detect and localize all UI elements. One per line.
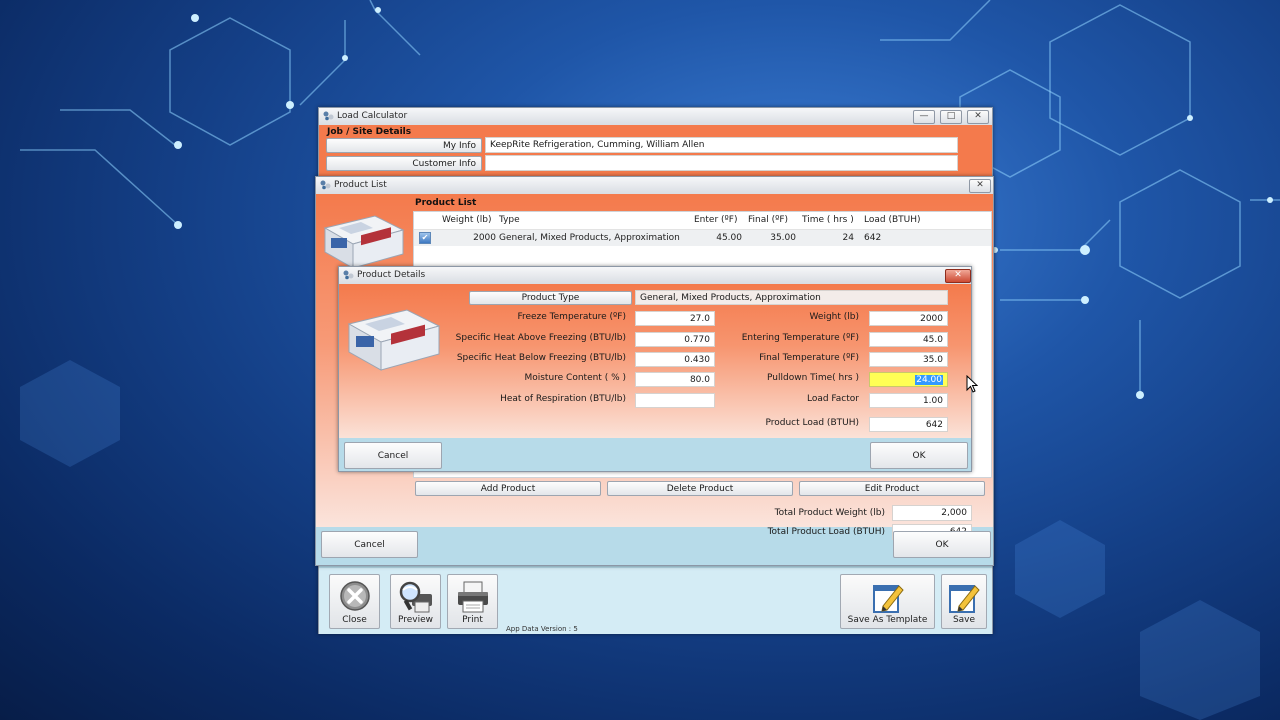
total-weight-field: 2,000 <box>892 505 972 521</box>
product-load-label: Product Load (BTUH) <box>765 418 859 428</box>
total-load-label: Total Product Load (BTUH) <box>767 527 885 537</box>
details-cancel-button[interactable]: Cancel <box>344 442 442 469</box>
product-type-button[interactable]: Product Type <box>469 291 632 305</box>
moisture-content-input[interactable]: 80.0 <box>635 372 715 387</box>
table-cell-time: 24 <box>842 233 854 243</box>
sh-below-input[interactable]: 0.430 <box>635 352 715 367</box>
add-product-button[interactable]: Add Product <box>415 481 601 496</box>
column-header[interactable]: Load (BTUH) <box>864 215 921 225</box>
product-load-field: 642 <box>869 417 948 432</box>
close-button[interactable]: ✕ <box>969 179 991 193</box>
magnifier-icon <box>399 581 432 613</box>
save-tool-label: Save <box>952 615 976 625</box>
product-details-panel: Product Type General, Mixed Products, Ap… <box>339 284 971 438</box>
final-temperature-input[interactable]: 35.0 <box>869 352 948 367</box>
entering-temperature-label: Entering Temperature (ºF) <box>741 333 859 343</box>
save-as-template-button[interactable]: Save As Template <box>840 574 935 629</box>
customer-info-button[interactable]: Customer Info <box>326 156 482 171</box>
save-tool-button[interactable]: Save <box>941 574 987 629</box>
window-title: Load Calculator <box>337 111 408 121</box>
print-tool-label: Print <box>462 615 483 625</box>
close-tool-button[interactable]: Close <box>329 574 380 629</box>
pencil-doc-icon <box>949 585 980 613</box>
print-tool-button[interactable]: Print <box>447 574 498 629</box>
column-header[interactable]: Final (ºF) <box>748 215 788 225</box>
edit-product-button[interactable]: Edit Product <box>799 481 985 496</box>
maximize-button[interactable]: □ <box>940 110 962 124</box>
window-title: Product Details <box>357 270 426 280</box>
sh-above-input[interactable]: 0.770 <box>635 332 715 347</box>
column-header[interactable]: Enter (ºF) <box>694 215 737 225</box>
checkbox-icon[interactable]: ✔ <box>419 232 431 244</box>
close-button[interactable]: ✕ <box>945 269 971 283</box>
table-header: Weight (lb) Type Enter (ºF) Final (ºF) Time … <box>414 212 991 230</box>
delete-product-button[interactable]: Delete Product <box>607 481 793 496</box>
weight-label: Weight (lb) <box>809 312 859 322</box>
total-weight-label: Total Product Weight (lb) <box>774 508 885 518</box>
app-icon <box>343 270 354 280</box>
close-button[interactable]: ✕ <box>967 110 989 124</box>
heat-of-respiration-label: Heat of Respiration (BTU/lb) <box>500 394 626 404</box>
product-type-field: General, Mixed Products, Approximation <box>635 290 948 305</box>
customer-info-field[interactable] <box>485 155 958 171</box>
app-version-text: App Data Version : 5 <box>506 625 578 633</box>
preview-tool-button[interactable]: Preview <box>390 574 441 629</box>
moisture-content-label: Moisture Content ( % ) <box>524 373 626 383</box>
pulldown-time-input[interactable]: 24.00 <box>869 372 948 387</box>
mouse-cursor-icon <box>966 375 978 393</box>
table-cell-type: General, Mixed Products, Approximation <box>499 233 680 243</box>
product-details-dialog: Product Details ✕ Product Type General, … <box>338 266 972 472</box>
table-row[interactable]: ✔ 2000 General, Mixed Products, Approximat… <box>414 230 991 246</box>
freeze-temperature-label: Freeze Temperature (ºF) <box>517 312 626 322</box>
save-as-template-label: Save As Template <box>847 615 928 625</box>
product-list-cancel-button[interactable]: Cancel <box>321 531 418 558</box>
window-title: Product List <box>334 180 387 190</box>
table-cell-load: 642 <box>864 233 882 243</box>
column-header[interactable]: Time ( hrs ) <box>802 215 854 225</box>
my-info-button[interactable]: My Info <box>326 138 482 153</box>
product-list-header: Product List <box>415 198 477 208</box>
heat-of-respiration-input[interactable] <box>635 393 715 408</box>
close-circle-icon <box>339 581 370 611</box>
column-header[interactable]: Type <box>499 215 520 225</box>
entering-temperature-input[interactable]: 45.0 <box>869 332 948 347</box>
column-header[interactable]: Weight (lb) <box>442 215 491 225</box>
close-tool-label: Close <box>342 615 367 625</box>
pencil-doc-icon <box>872 585 904 613</box>
pulldown-time-selection: 24.00 <box>915 375 943 385</box>
pulldown-time-label: Pulldown Time( hrs ) <box>767 373 859 383</box>
table-cell-weight: 2000 <box>473 233 496 243</box>
table-cell-final: 35.00 <box>770 233 796 243</box>
app-icon <box>323 111 334 121</box>
section-header: Job / Site Details <box>327 127 412 137</box>
load-calculator-titlebar: Load Calculator — □ ✕ <box>319 108 992 126</box>
table-cell-enter: 45.00 <box>716 233 742 243</box>
freeze-temperature-input[interactable]: 27.0 <box>635 311 715 326</box>
product-box-image <box>347 309 441 371</box>
details-ok-button[interactable]: OK <box>870 442 968 469</box>
minimize-button[interactable]: — <box>913 110 935 124</box>
sh-below-label: Specific Heat Below Freezing (BTU/lb) <box>456 353 626 363</box>
my-info-field[interactable]: KeepRite Refrigeration, Cumming, William… <box>485 137 958 153</box>
load-factor-label: Load Factor <box>806 394 859 404</box>
printer-icon <box>457 581 488 613</box>
product-box-image <box>323 215 405 269</box>
load-factor-input[interactable]: 1.00 <box>869 393 948 408</box>
product-list-titlebar: Product List ✕ <box>316 177 993 195</box>
weight-input[interactable]: 2000 <box>869 311 948 326</box>
bottom-toolbar: Close Preview Print App Data Version: 5… <box>319 568 992 634</box>
final-temperature-label: Final Temperature (ºF) <box>759 353 859 363</box>
product-list-ok-button[interactable]: OK <box>893 531 991 558</box>
product-details-titlebar: Product Details ✕ <box>339 267 971 285</box>
preview-tool-label: Preview <box>397 615 434 625</box>
sh-above-label: Specific Heat Above Freezing (BTU/lb) <box>455 333 626 343</box>
app-icon <box>320 180 331 190</box>
